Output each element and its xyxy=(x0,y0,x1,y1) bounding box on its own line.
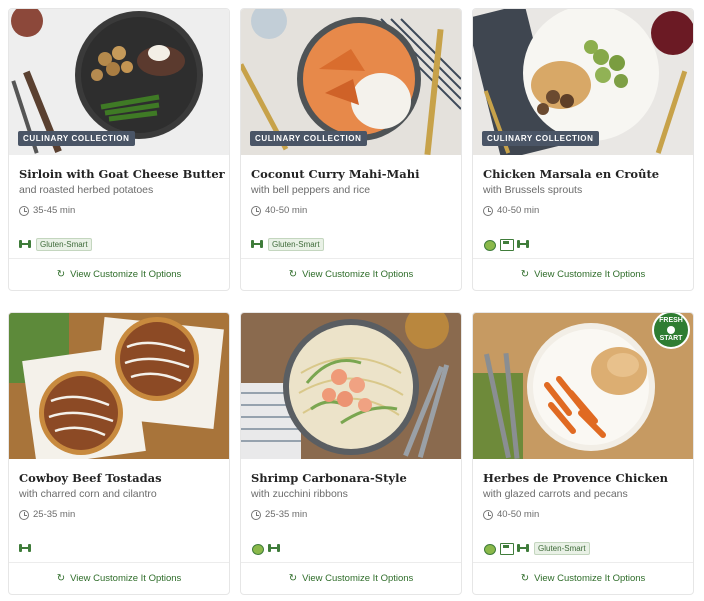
prep-time: 35-45 min xyxy=(19,205,219,216)
dumbbell-icon xyxy=(19,239,31,249)
prep-time-label: 25-35 min xyxy=(265,509,308,520)
swap-icon: ↻ xyxy=(288,269,298,280)
prep-time: 25-35 min xyxy=(251,509,451,520)
clock-icon xyxy=(251,205,261,216)
prep-time-label: 40-50 min xyxy=(497,509,540,520)
meal-subtitle: with Brussels sprouts xyxy=(483,184,583,196)
meal-tags: Gluten-Smart xyxy=(19,237,92,251)
customize-options-link[interactable]: ↻ View Customize It Options xyxy=(9,258,229,290)
fresh-start-dot xyxy=(667,326,675,334)
meal-tags xyxy=(483,237,529,251)
gluten-smart-tag: Gluten-Smart xyxy=(534,541,590,555)
clock-icon xyxy=(251,509,261,520)
prep-time: 40-50 min xyxy=(483,205,683,216)
dumbbell-icon xyxy=(19,543,31,553)
scale-icon xyxy=(500,543,514,555)
prep-time: 40-50 min xyxy=(483,509,683,520)
meal-title[interactable]: Herbes de Provence Chicken xyxy=(483,471,683,485)
prep-time-label: 35-45 min xyxy=(33,205,76,216)
collection-badge: CULINARY COLLECTION xyxy=(250,131,367,146)
fresh-start-line-1: FRESH xyxy=(659,317,683,324)
clock-icon xyxy=(483,205,493,216)
swap-icon: ↻ xyxy=(56,269,66,280)
meal-title[interactable]: Shrimp Carbonara-Style xyxy=(251,471,451,485)
meal-photo[interactable] xyxy=(241,313,461,459)
meal-tags xyxy=(19,541,31,555)
meal-subtitle: with glazed carrots and pecans xyxy=(483,488,628,500)
customize-options-label: View Customize It Options xyxy=(70,269,182,280)
prep-time-label: 40-50 min xyxy=(497,205,540,216)
meal-grid: CULINARY COLLECTION Sirloin with Goat Ch… xyxy=(8,8,694,595)
scale-icon xyxy=(500,239,514,251)
customize-options-link[interactable]: ↻ View Customize It Options xyxy=(473,562,693,594)
gluten-smart-tag: Gluten-Smart xyxy=(268,237,324,251)
customize-options-label: View Customize It Options xyxy=(534,269,646,280)
customize-options-label: View Customize It Options xyxy=(70,573,182,584)
customize-options-link[interactable]: ↻ View Customize It Options xyxy=(9,562,229,594)
meal-card[interactable]: FRESH START Herbes de Provence Chicken w… xyxy=(472,312,694,595)
meal-tags: Gluten-Smart xyxy=(251,237,324,251)
customize-options-label: View Customize It Options xyxy=(302,573,414,584)
meal-tags: Gluten-Smart xyxy=(483,541,590,555)
customize-options-label: View Customize It Options xyxy=(302,269,414,280)
swap-icon: ↻ xyxy=(520,573,530,584)
meal-tags xyxy=(251,541,280,555)
collection-badge: CULINARY COLLECTION xyxy=(18,131,135,146)
meal-title[interactable]: Coconut Curry Mahi-Mahi xyxy=(251,167,451,181)
meal-subtitle: and roasted herbed potatoes xyxy=(19,184,154,196)
meal-title[interactable]: Sirloin with Goat Cheese Butter xyxy=(19,167,225,181)
prep-time-label: 40-50 min xyxy=(265,205,308,216)
prep-time-label: 25-35 min xyxy=(33,509,76,520)
clock-icon xyxy=(19,205,29,216)
customize-options-link[interactable]: ↻ View Customize It Options xyxy=(241,258,461,290)
meal-photo[interactable]: CULINARY COLLECTION xyxy=(241,9,461,155)
swap-icon: ↻ xyxy=(288,573,298,584)
apple-icon xyxy=(251,543,264,555)
gluten-smart-tag: Gluten-Smart xyxy=(36,237,92,251)
collection-badge: CULINARY COLLECTION xyxy=(482,131,599,146)
meal-title[interactable]: Chicken Marsala en Croûte xyxy=(483,167,683,181)
clock-icon xyxy=(19,509,29,520)
meal-card[interactable]: CULINARY COLLECTION Chicken Marsala en C… xyxy=(472,8,694,291)
meal-card[interactable]: Cowboy Beef Tostadas with charred corn a… xyxy=(8,312,230,595)
dumbbell-icon xyxy=(268,543,280,553)
meal-photo[interactable] xyxy=(9,313,229,459)
meal-subtitle: with charred corn and cilantro xyxy=(19,488,157,500)
apple-icon xyxy=(483,543,496,555)
fresh-start-line-2: START xyxy=(659,335,683,342)
meal-subtitle: with zucchini ribbons xyxy=(251,488,348,500)
apple-icon xyxy=(483,239,496,251)
dumbbell-icon xyxy=(251,239,263,249)
meal-card[interactable]: Shrimp Carbonara-Style with zucchini rib… xyxy=(240,312,462,595)
customize-options-link[interactable]: ↻ View Customize It Options xyxy=(473,258,693,290)
dumbbell-icon xyxy=(517,543,529,553)
meal-title[interactable]: Cowboy Beef Tostadas xyxy=(19,471,219,485)
meal-subtitle: with bell peppers and rice xyxy=(251,184,371,196)
customize-options-label: View Customize It Options xyxy=(534,573,646,584)
clock-icon xyxy=(483,509,493,520)
prep-time: 25-35 min xyxy=(19,509,219,520)
meal-card[interactable]: CULINARY COLLECTION Sirloin with Goat Ch… xyxy=(8,8,230,291)
meal-card[interactable]: CULINARY COLLECTION Coconut Curry Mahi-M… xyxy=(240,8,462,291)
meal-photo[interactable]: FRESH START xyxy=(473,313,693,459)
meal-photo[interactable]: CULINARY COLLECTION xyxy=(473,9,693,155)
prep-time: 40-50 min xyxy=(251,205,451,216)
dumbbell-icon xyxy=(517,239,529,249)
swap-icon: ↻ xyxy=(520,269,530,280)
swap-icon: ↻ xyxy=(56,573,66,584)
meal-photo[interactable]: CULINARY COLLECTION xyxy=(9,9,229,155)
customize-options-link[interactable]: ↻ View Customize It Options xyxy=(241,562,461,594)
